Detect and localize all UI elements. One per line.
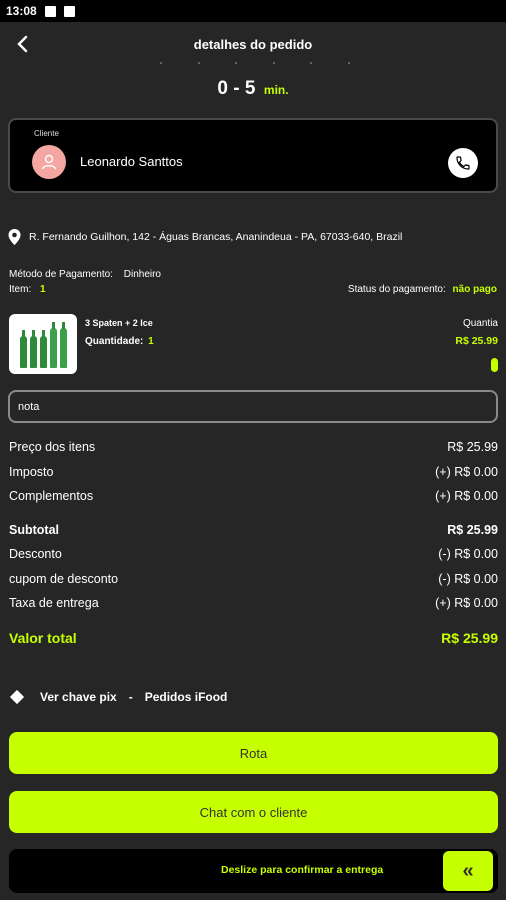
summary-value: (-) R$ 0.00 xyxy=(438,572,498,586)
pix-orders-label: Pedidos iFood xyxy=(144,690,228,704)
eta-unit: min. xyxy=(263,83,289,97)
eta-range: 0 - 5 xyxy=(217,78,256,99)
avatar xyxy=(32,145,66,179)
total-label: Valor total xyxy=(9,630,77,646)
notification-icon xyxy=(44,5,56,17)
confirm-delivery-slider[interactable]: Deslize para confirmar a entrega « xyxy=(9,849,498,893)
product-image xyxy=(9,314,77,374)
status-time: 13:08 xyxy=(6,4,37,18)
delivery-address: R. Fernando Guilhon, 142 - Águas Brancas… xyxy=(8,229,498,245)
route-button[interactable]: Rota xyxy=(9,732,498,774)
progress-dots xyxy=(160,62,350,68)
summary-label: Taxa de entrega xyxy=(9,596,99,610)
note-field[interactable]: nota xyxy=(8,390,498,423)
double-chevron-left-icon: « xyxy=(462,859,474,882)
item-count-label: Item: xyxy=(9,284,32,295)
subtotal-row: Subtotal R$ 25.99 xyxy=(9,523,498,537)
summary-row: Imposto (+) R$ 0.00 xyxy=(9,465,498,479)
product-quantity-label: Quantidade: xyxy=(85,336,144,347)
call-button[interactable] xyxy=(448,148,478,178)
page-title: detalhes do pedido xyxy=(193,36,313,52)
payment-method-value: Dinheiro xyxy=(123,269,161,280)
top-app-bar: detalhes do pedido xyxy=(0,22,506,66)
summary-label: Preço dos itens xyxy=(9,440,96,454)
summary-row: cupom de desconto (-) R$ 0.00 xyxy=(9,572,498,586)
summary-row: Preço dos itens R$ 25.99 xyxy=(9,440,498,454)
total-value: R$ 25.99 xyxy=(441,630,498,646)
pix-link[interactable]: Ver chave pix xyxy=(40,690,117,704)
pix-icon xyxy=(9,689,25,705)
product-quantity: Quantidade: 1 xyxy=(85,336,154,347)
image-notification-icon xyxy=(63,5,75,17)
client-name: Leonardo Santtos xyxy=(80,154,183,169)
status-bar: 13:08 xyxy=(0,0,506,22)
location-pin-icon xyxy=(8,229,21,245)
phone-icon xyxy=(456,156,470,170)
user-icon xyxy=(41,154,57,170)
chevron-left-icon xyxy=(17,35,28,53)
address-text: R. Fernando Guilhon, 142 - Águas Brancas… xyxy=(29,231,403,243)
product-item: 3 Spaten + 2 Ice Quantidade: 1 Quantia R… xyxy=(9,314,498,376)
product-quantity-value: 1 xyxy=(148,336,154,347)
summary-label: cupom de desconto xyxy=(9,572,119,586)
summary-value: (-) R$ 0.00 xyxy=(438,547,498,561)
payment-method-row: Método de Pagamento: Dinheiro xyxy=(9,269,161,280)
chat-button[interactable]: Chat com o cliente xyxy=(9,791,498,833)
product-amount-label: Quantia xyxy=(462,318,498,329)
subtotal-label: Subtotal xyxy=(9,523,59,537)
subtotal-value: R$ 25.99 xyxy=(447,523,498,537)
pix-row[interactable]: Ver chave pix - Pedidos iFood xyxy=(9,689,228,705)
payment-method-label: Método de Pagamento: xyxy=(9,269,113,280)
summary-value: (+) R$ 0.00 xyxy=(435,465,498,479)
summary-row: Desconto (-) R$ 0.00 xyxy=(9,547,498,561)
pix-separator: - xyxy=(128,690,133,704)
back-button[interactable] xyxy=(8,30,36,58)
payment-status-value: não pago xyxy=(452,284,497,295)
payment-status: Status do pagamento: não pago xyxy=(348,284,497,295)
summary-value: (+) R$ 0.00 xyxy=(435,596,498,610)
product-name: 3 Spaten + 2 Ice xyxy=(85,318,153,328)
summary-label: Desconto xyxy=(9,547,62,561)
payment-status-label: Status do pagamento: xyxy=(347,284,446,295)
slider-handle[interactable]: « xyxy=(443,851,493,891)
client-card: Cliente Leonardo Santtos xyxy=(8,118,498,193)
summary-label: Complementos xyxy=(9,489,94,503)
item-count-row: Item: 1 xyxy=(9,284,46,295)
total-row: Valor total R$ 25.99 xyxy=(9,630,498,646)
summary-row: Complementos (+) R$ 0.00 xyxy=(9,489,498,503)
summary-label: Imposto xyxy=(9,465,54,479)
summary-value: (+) R$ 0.00 xyxy=(435,489,498,503)
client-label: Cliente xyxy=(34,129,59,138)
summary-value: R$ 25.99 xyxy=(447,440,498,454)
product-price: R$ 25.99 xyxy=(455,335,498,347)
scroll-indicator xyxy=(491,358,498,372)
delivery-eta: 0 - 5 min. xyxy=(0,78,506,100)
summary-row: Taxa de entrega (+) R$ 0.00 xyxy=(9,596,498,610)
slider-label: Deslize para confirmar a entrega xyxy=(221,864,384,876)
item-count-value: 1 xyxy=(40,284,46,295)
